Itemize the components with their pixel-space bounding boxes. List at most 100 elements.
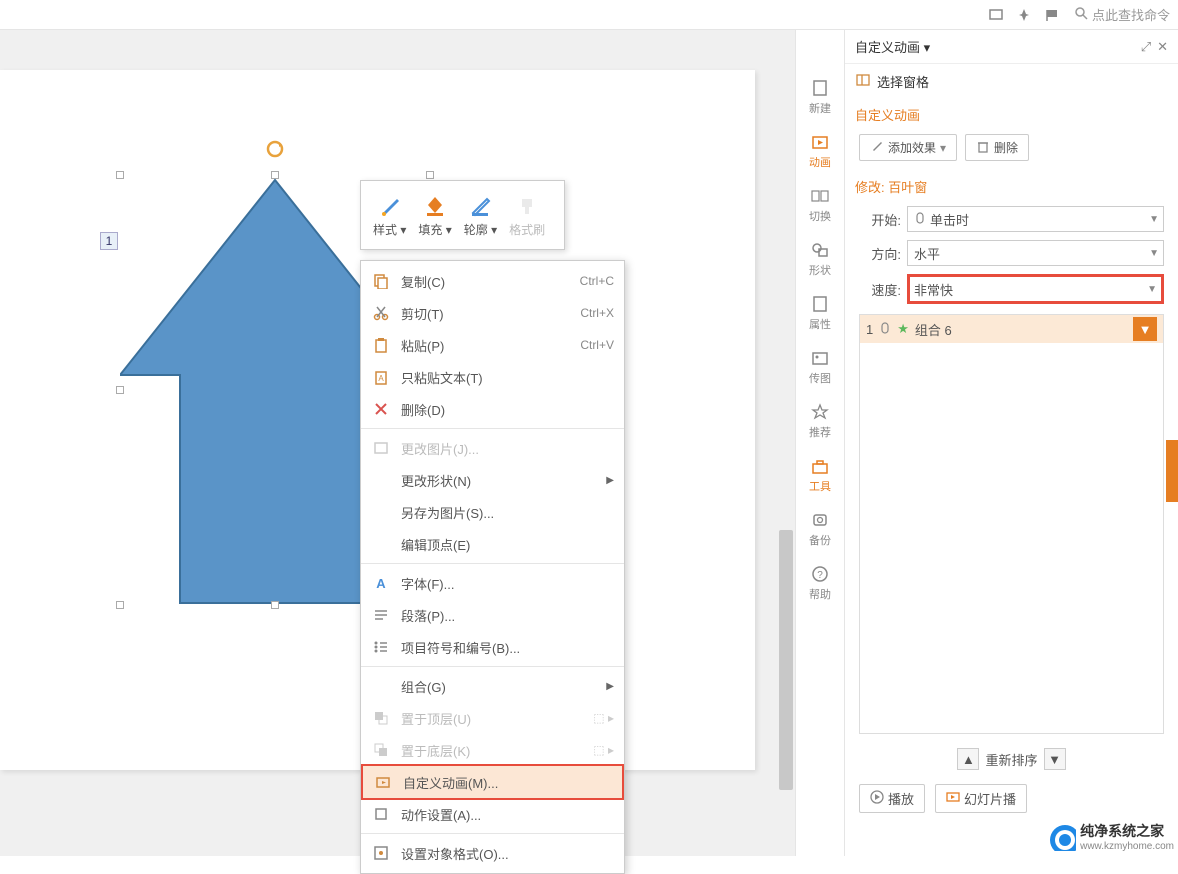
handle-tm[interactable] bbox=[271, 171, 279, 179]
cm-paste-text[interactable]: A 只粘贴文本(T) bbox=[361, 361, 624, 393]
style-icon bbox=[377, 193, 403, 219]
panel-bottom-controls: 播放 幻灯片播 bbox=[845, 778, 1178, 819]
submenu-arrow-icon: ▶ bbox=[606, 681, 614, 692]
add-effect-button[interactable]: 添加效果 ▾ bbox=[859, 134, 957, 161]
direction-row: 方向: 水平 ▼ bbox=[845, 236, 1178, 270]
vertical-scrollbar[interactable] bbox=[777, 30, 795, 856]
style-dropdown[interactable]: 样式 ▾ bbox=[367, 191, 412, 240]
search-placeholder: 点此查找命令 bbox=[1092, 5, 1170, 24]
select-pane-button[interactable]: 选择窗格 bbox=[845, 64, 1178, 99]
search-command[interactable]: 点此查找命令 bbox=[1074, 5, 1170, 24]
flag-icon[interactable] bbox=[1040, 3, 1064, 27]
collapse-icon[interactable]: ⤢ bbox=[1141, 39, 1151, 55]
action-icon bbox=[371, 804, 391, 824]
new-icon bbox=[810, 78, 830, 98]
cm-paragraph[interactable]: 段落(P)... bbox=[361, 599, 624, 631]
move-up-button[interactable]: ▲ bbox=[957, 748, 979, 770]
play-icon bbox=[870, 790, 884, 807]
direction-dropdown[interactable]: 水平 ▼ bbox=[907, 240, 1164, 266]
nav-backup[interactable]: 备份 bbox=[795, 502, 845, 556]
mouse-icon bbox=[914, 212, 926, 227]
screen-icon[interactable] bbox=[984, 3, 1008, 27]
move-down-button[interactable]: ▼ bbox=[1044, 748, 1066, 770]
delete-icon bbox=[371, 399, 391, 419]
cm-cut[interactable]: 剪切(T) Ctrl+X bbox=[361, 297, 624, 329]
play-button[interactable]: 播放 bbox=[859, 784, 925, 813]
animation-list-item[interactable]: 1 ★ 组合 6 ▼ bbox=[860, 315, 1163, 343]
toolbox-icon bbox=[810, 456, 830, 476]
svg-text:?: ? bbox=[817, 570, 823, 581]
cm-edit-points[interactable]: 编辑顶点(E) bbox=[361, 528, 624, 560]
shape-icon bbox=[810, 240, 830, 260]
format-painter-icon bbox=[514, 193, 540, 219]
cm-save-as-pic[interactable]: 另存为图片(S)... bbox=[361, 496, 624, 528]
nav-animation[interactable]: 动画 bbox=[795, 124, 845, 178]
cm-custom-animation[interactable]: 自定义动画(M)... bbox=[361, 764, 624, 800]
handle-tl[interactable] bbox=[116, 171, 124, 179]
font-icon: A bbox=[371, 573, 391, 593]
close-icon[interactable]: ✕ bbox=[1157, 39, 1168, 55]
outline-dropdown[interactable]: 轮廓 ▾ bbox=[458, 191, 503, 240]
nav-help[interactable]: ? 帮助 bbox=[795, 556, 845, 610]
handle-tr[interactable] bbox=[426, 171, 434, 179]
select-pane-icon bbox=[855, 72, 871, 91]
rotate-handle[interactable] bbox=[265, 139, 285, 162]
submenu-arrow-icon: ▶ bbox=[606, 475, 614, 486]
svg-text:A: A bbox=[376, 576, 386, 591]
cm-separator bbox=[361, 428, 624, 429]
outline-icon bbox=[467, 193, 493, 219]
slideshow-button[interactable]: 幻灯片播 bbox=[935, 784, 1027, 813]
nav-recommend[interactable]: 推荐 bbox=[795, 394, 845, 448]
send-back-icon bbox=[371, 740, 391, 760]
effect-icon: ★ bbox=[897, 321, 909, 337]
start-dropdown[interactable]: 单击时 ▼ bbox=[907, 206, 1164, 232]
handle-bl[interactable] bbox=[116, 601, 124, 609]
nav-tools[interactable]: 工具 bbox=[795, 448, 845, 502]
copy-icon bbox=[371, 271, 391, 291]
cm-group[interactable]: 组合(G) ▶ bbox=[361, 670, 624, 702]
handle-bm[interactable] bbox=[271, 601, 279, 609]
handle-ml[interactable] bbox=[116, 386, 124, 394]
slideshow-icon bbox=[946, 790, 960, 807]
cm-delete[interactable]: 删除(D) bbox=[361, 393, 624, 425]
fill-dropdown[interactable]: 填充 ▾ bbox=[412, 191, 457, 240]
properties-icon bbox=[810, 294, 830, 314]
search-icon bbox=[1074, 6, 1088, 23]
paragraph-icon bbox=[371, 605, 391, 625]
speed-dropdown[interactable]: 非常快 ▼ bbox=[907, 274, 1164, 304]
cm-bullets[interactable]: 项目符号和编号(B)... bbox=[361, 631, 624, 663]
side-tab[interactable] bbox=[1166, 440, 1178, 502]
transition-icon bbox=[810, 186, 830, 206]
animation-icon bbox=[373, 772, 393, 792]
chevron-down-icon: ▼ bbox=[1149, 214, 1159, 225]
delete-effect-button[interactable]: 删除 bbox=[965, 134, 1029, 161]
pin-icon[interactable] bbox=[1012, 3, 1036, 27]
cm-paste[interactable]: 粘贴(P) Ctrl+V bbox=[361, 329, 624, 361]
cm-copy[interactable]: 复制(C) Ctrl+C bbox=[361, 265, 624, 297]
cm-action-settings[interactable]: 动作设置(A)... bbox=[361, 798, 624, 830]
nav-transition[interactable]: 切换 bbox=[795, 178, 845, 232]
nav-new[interactable]: 新建 bbox=[795, 70, 845, 124]
cm-change-shape[interactable]: 更改形状(N) ▶ bbox=[361, 464, 624, 496]
format-painter-button[interactable]: 格式刷 bbox=[503, 191, 551, 240]
effect-buttons: 添加效果 ▾ 删除 bbox=[845, 130, 1178, 171]
cut-icon bbox=[371, 303, 391, 323]
format-icon bbox=[371, 843, 391, 863]
nav-properties[interactable]: 属性 bbox=[795, 286, 845, 340]
custom-anim-section: 自定义动画 bbox=[845, 99, 1178, 130]
animation-panel: 自定义动画 ▾ ⤢ ✕ 选择窗格 自定义动画 添加效果 ▾ 删除 修改: 百叶窗… bbox=[845, 30, 1178, 856]
nav-shape[interactable]: 形状 bbox=[795, 232, 845, 286]
watermark: 纯净系统之家 www.kzmyhome.com bbox=[1048, 821, 1174, 852]
mouse-trigger-icon bbox=[879, 322, 891, 337]
cm-bring-front: 置于顶层(U) ⬚ ▸ bbox=[361, 702, 624, 734]
animation-icon bbox=[810, 132, 830, 152]
paste-text-icon: A bbox=[371, 367, 391, 387]
animation-sequence-tag[interactable]: 1 bbox=[100, 232, 118, 250]
scrollbar-thumb[interactable] bbox=[779, 530, 793, 790]
cm-format-object[interactable]: 设置对象格式(O)... bbox=[361, 837, 624, 869]
svg-text:A: A bbox=[378, 374, 384, 383]
nav-upload-pic[interactable]: 传图 bbox=[795, 340, 845, 394]
item-dropdown-button[interactable]: ▼ bbox=[1133, 317, 1157, 341]
cm-separator bbox=[361, 563, 624, 564]
cm-font[interactable]: A 字体(F)... bbox=[361, 567, 624, 599]
